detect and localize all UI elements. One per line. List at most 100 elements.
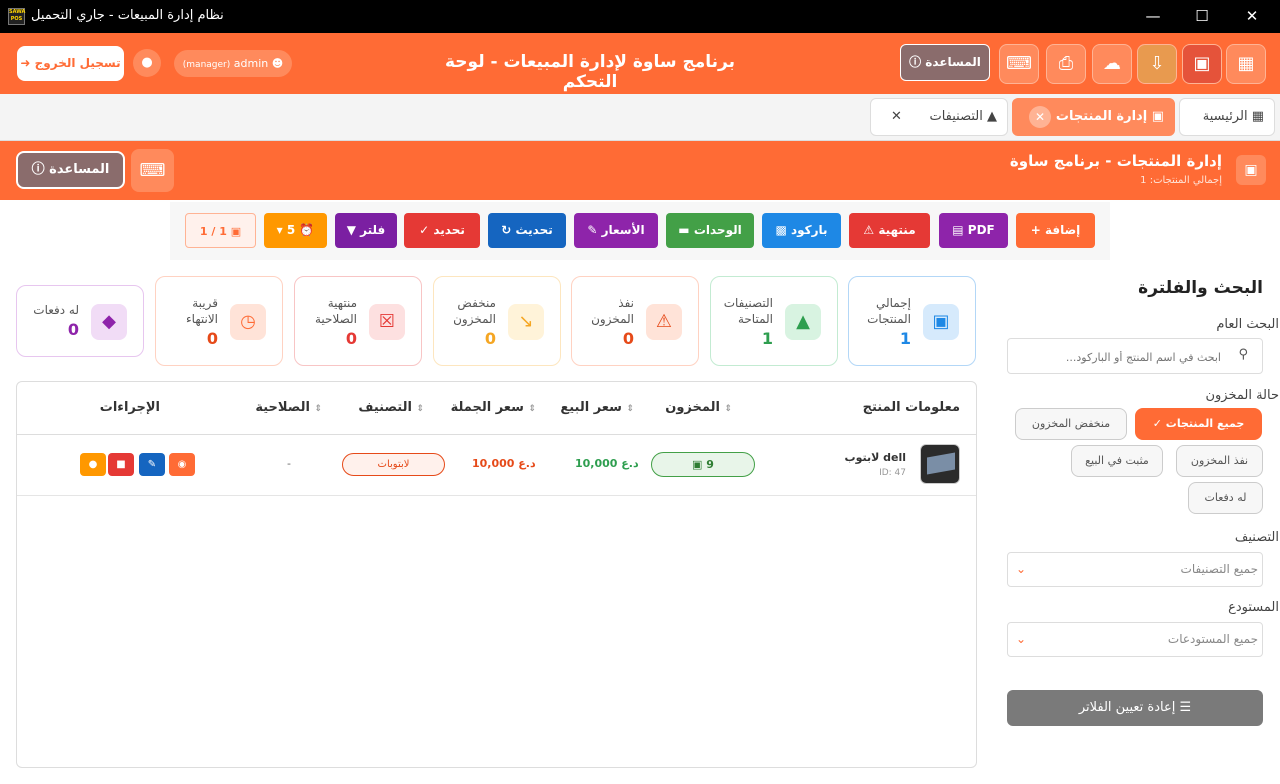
user-badge[interactable]: (manager) admin ☻ bbox=[174, 50, 292, 77]
expiry-value: - bbox=[287, 457, 291, 470]
window-title: نظام إدارة المبيعات - جاري التحميل bbox=[31, 8, 224, 23]
prices-button[interactable]: ✎ الأسعار bbox=[574, 213, 658, 248]
trend-down-icon: ↘ bbox=[508, 304, 544, 340]
close-icon[interactable]: ✕ bbox=[1229, 4, 1275, 28]
chevron-down-icon: ⌄ bbox=[1016, 562, 1027, 576]
archive-icon: ▣ bbox=[1236, 155, 1266, 185]
tab-products[interactable]: ✕ إدارة المنتجات ▣ bbox=[1012, 98, 1175, 136]
keyboard-button[interactable]: ⌨ bbox=[131, 149, 174, 192]
print-button[interactable]: ⎙ bbox=[1046, 44, 1086, 84]
sell-price: 10,000 د.ع bbox=[575, 457, 639, 470]
barcode-icon: ▩ bbox=[775, 223, 787, 237]
tab-label: التصنيفات bbox=[929, 109, 983, 124]
column-header-wholesale-price[interactable]: سعر الجملة ⇕ bbox=[451, 400, 536, 415]
column-header-sell-price[interactable]: سعر البيع ⇕ bbox=[560, 400, 634, 415]
stat-value: 0 bbox=[345, 329, 357, 348]
column-header-stock[interactable]: المخزون ⇕ bbox=[665, 400, 732, 415]
stat-label: منتهية الصلاحية bbox=[314, 296, 357, 326]
dashboard-button[interactable]: ▦ bbox=[1226, 44, 1266, 84]
barcode-button[interactable]: ▩ باركود bbox=[762, 213, 841, 248]
filter-button[interactable]: ▼ فلتر bbox=[335, 213, 397, 248]
bell-icon: ● bbox=[88, 459, 98, 470]
column-header-expiry[interactable]: الصلاحية ⇕ bbox=[255, 400, 322, 415]
filter-out-of-stock[interactable]: نفذ المخزون bbox=[1176, 445, 1263, 477]
delete-button[interactable]: ■ bbox=[108, 453, 134, 476]
column-header-category[interactable]: التصنيف ⇕ bbox=[358, 400, 424, 415]
user-icon: ☻ bbox=[271, 57, 284, 70]
stat-card-near-expiry: ◷ قريبة الانتهاء 0 bbox=[155, 276, 283, 366]
stat-value: 0 bbox=[67, 320, 79, 339]
stat-value: 0 bbox=[206, 329, 218, 348]
view-button[interactable]: ◉ bbox=[169, 453, 195, 476]
filter-low-stock[interactable]: منخفض المخزون bbox=[1015, 408, 1127, 440]
tab-close-icon[interactable]: ✕ bbox=[891, 99, 902, 135]
maximize-icon[interactable]: ☐ bbox=[1179, 4, 1225, 28]
cloud-upload-icon: ☁ bbox=[1103, 53, 1121, 74]
keyboard-button[interactable]: ⌨ bbox=[999, 44, 1039, 84]
cloud-upload-button[interactable]: ☁ bbox=[1092, 44, 1132, 84]
refresh-button[interactable]: ↻ تحديث bbox=[488, 213, 566, 248]
user-name: admin bbox=[233, 57, 269, 70]
tab-label: الرئيسية bbox=[1202, 109, 1248, 124]
app-logo-icon: SAWA POS bbox=[8, 8, 25, 25]
stat-value: 1 bbox=[899, 329, 911, 348]
app-header: ▦ ▣ ⇩ ☁ ⎙ ⌨ ⓘ المساعدة برنامج ساوة لإدار… bbox=[0, 33, 1280, 94]
warehouse-select[interactable]: جميع المستودعات ⌄ bbox=[1007, 622, 1263, 657]
tab-categories[interactable]: ✕ التصنيفات ▲ bbox=[870, 98, 1008, 136]
stock-status-label: حالة المخزون bbox=[1205, 388, 1279, 403]
product-thumbnail bbox=[920, 444, 960, 484]
plus-icon: + bbox=[1030, 223, 1041, 237]
select-button[interactable]: ✓ تحديد bbox=[404, 213, 480, 248]
minimize-icon[interactable]: — bbox=[1130, 4, 1176, 28]
category-badge: لابتوبات bbox=[342, 453, 445, 476]
archive-icon: ▣ bbox=[1151, 109, 1164, 124]
stat-label: التصنيفات المتاحة bbox=[723, 296, 773, 326]
ruler-icon: ▬ bbox=[678, 223, 690, 237]
row-divider bbox=[17, 495, 976, 496]
section-help-button[interactable]: ⓘ المساعدة bbox=[16, 151, 125, 189]
filter-all-products[interactable]: ✓ جميع المنتجات bbox=[1135, 408, 1262, 440]
expired-button[interactable]: ⚠ منتهية bbox=[849, 213, 930, 248]
sidebar-title: البحث والفلترة bbox=[1138, 278, 1263, 298]
checklist-icon: ✓ bbox=[419, 223, 430, 237]
print-icon: ⎙ bbox=[1058, 53, 1074, 74]
grid-icon: ▦ bbox=[1237, 53, 1255, 74]
category-select[interactable]: جميع التصنيفات ⌄ bbox=[1007, 552, 1263, 587]
notify-button[interactable]: ● bbox=[80, 453, 106, 476]
grid-add-icon: ▣ bbox=[1193, 53, 1211, 74]
trash-icon: ■ bbox=[116, 459, 126, 470]
edit-button[interactable]: ✎ bbox=[139, 453, 165, 476]
pagination-button[interactable]: 1 / 1 ▣ bbox=[185, 213, 256, 248]
download-icon: ⇩ bbox=[1149, 53, 1165, 74]
alerts-dropdown[interactable]: ▾ 5 ⏰ bbox=[264, 213, 327, 248]
stat-label: له دفعات bbox=[33, 303, 79, 317]
warning-icon: ⚠ bbox=[863, 223, 875, 237]
edit-list-icon: ✎ bbox=[587, 223, 598, 237]
filter-has-batches[interactable]: له دفعات bbox=[1188, 482, 1263, 514]
stat-label: قريبة الانتهاء bbox=[186, 296, 218, 326]
tab-home[interactable]: الرئيسية ▦ bbox=[1179, 98, 1275, 136]
dashboard-icon: ▦ bbox=[1251, 109, 1264, 124]
units-button[interactable]: ▬ الوحدات bbox=[666, 213, 754, 248]
bell-icon: ● bbox=[141, 55, 153, 70]
tab-close-icon[interactable]: ✕ bbox=[1029, 106, 1051, 128]
product-id: ID: 47 bbox=[879, 468, 906, 478]
add-grid-button[interactable]: ▣ bbox=[1182, 44, 1222, 84]
tab-label: إدارة المنتجات bbox=[1055, 109, 1148, 124]
column-header-product[interactable]: معلومات المنتج bbox=[863, 400, 960, 415]
section-header: ▣ إدارة المنتجات - برنامج ساوة إجمالي ال… bbox=[0, 141, 1280, 200]
help-button[interactable]: ⓘ المساعدة bbox=[900, 44, 990, 81]
pdf-button[interactable]: ▤ PDF bbox=[939, 213, 1008, 248]
notifications-button[interactable]: ● bbox=[133, 49, 161, 77]
search-input[interactable] bbox=[1016, 345, 1221, 369]
stat-value: 0 bbox=[622, 329, 634, 348]
wholesale-price: 10,000 د.ع bbox=[472, 457, 536, 470]
add-button[interactable]: + إضافة bbox=[1016, 213, 1095, 248]
stat-card-total: ▣ إجمالي المنتجات 1 bbox=[848, 276, 976, 366]
reset-filters-button[interactable]: إعادة تعيين الفلاتر ☰ bbox=[1007, 690, 1263, 726]
logout-button[interactable]: ➜ تسجيل الخروج bbox=[17, 46, 124, 81]
import-button[interactable]: ⇩ bbox=[1137, 44, 1177, 84]
filter-pinned-in-sale[interactable]: مثبت في البيع bbox=[1071, 445, 1163, 477]
search-field[interactable]: ⚲ bbox=[1007, 338, 1263, 374]
archive-icon: ▣ bbox=[923, 304, 959, 340]
